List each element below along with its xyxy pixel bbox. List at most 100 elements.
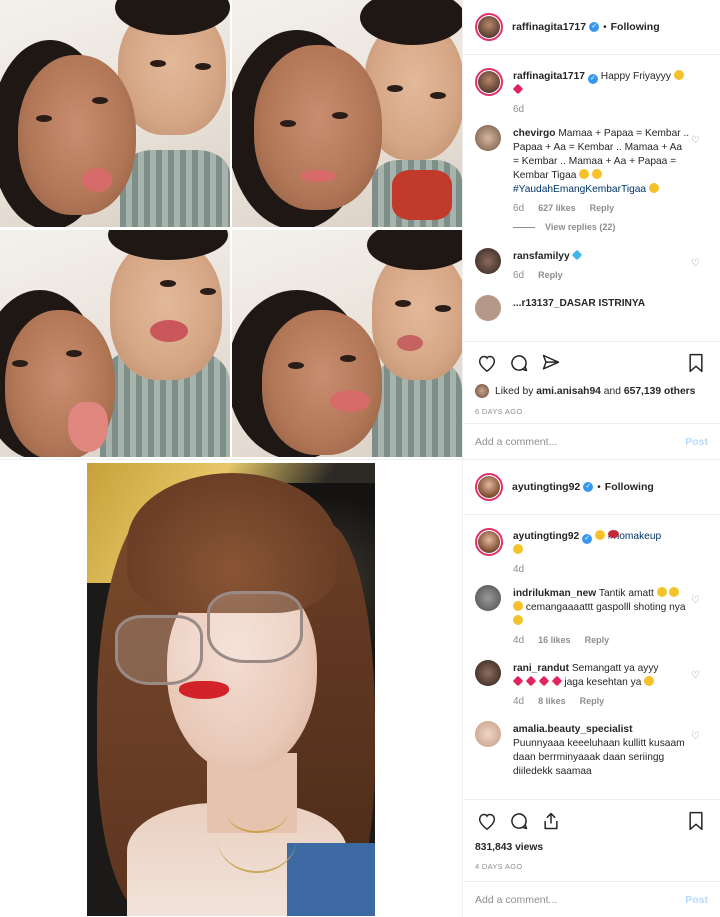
kiss-lips-emoji-icon [607,530,619,538]
post-media-collage[interactable] [0,0,462,459]
photo-tile-2 [232,0,462,227]
post-2: ayutingting92 ✓ • Following ayutingting9… [0,459,720,917]
comment-username[interactable]: amalia.beauty_specialist [513,724,632,735]
caption: raffinagita1717 ✓ Happy Friyayyy 6d [475,68,708,115]
view-replies-button[interactable]: View replies (22) [513,222,690,232]
avatar[interactable] [475,660,501,686]
comment-text: Tantik amatt [598,588,654,599]
following-button[interactable]: Following [611,21,660,33]
post-media-video[interactable] [0,460,462,917]
verified-badge-icon: ✓ [583,482,594,492]
comment-icon[interactable] [507,809,531,833]
comment-time: 4d [513,696,525,707]
heart-icon[interactable] [475,809,499,833]
share-icon[interactable] [539,809,563,833]
post-2-sidebar: ayutingting92 ✓ • Following ayutingting9… [462,460,720,917]
comment-text-2: jaga kesehtan ya [564,677,642,688]
comment-item: indrilukman_new Tantik amatt cemangaaaat… [475,585,708,646]
photo-tile-4 [232,230,462,457]
kiss-emoji-icon [513,601,523,611]
post-comment-button[interactable]: Post [685,436,708,448]
verified-badge-icon: ✓ [587,74,598,84]
comment-input[interactable]: Add a comment... [475,436,685,448]
post-comment-button[interactable]: Post [685,894,708,906]
grinning-emoji-icon [579,169,590,179]
comment-likes[interactable]: 8 likes [538,696,566,707]
comment-text: Puunnyaaa keeeluhaan kullitt kusaam daan… [513,738,685,777]
heart-icon[interactable] [475,351,499,375]
like-comment-heart-icon[interactable]: ♡ [691,135,700,146]
like-comment-heart-icon[interactable]: ♡ [691,731,700,742]
comment-likes[interactable]: 627 likes [538,203,576,214]
bookmark-icon[interactable] [684,809,708,833]
likes-summary: Liked by ami.anisah94 and 657,139 others [475,384,708,398]
caption-username[interactable]: ayutingting92 [513,531,579,542]
avatar[interactable] [475,248,501,274]
red-heart-emoji-icon [525,675,537,687]
avatar[interactable] [475,528,503,556]
comment-time: 6d [513,270,525,281]
kiss-emoji-icon [644,676,655,686]
kiss-emoji-icon [656,587,667,597]
caption-time: 6d [513,104,525,115]
views-count[interactable]: 831,843 views [475,842,708,853]
username-link[interactable]: raffinagita1717 [512,21,586,33]
comment-username[interactable]: ...r13137_DASAR ISTRINYA [513,298,645,309]
comment-username[interactable]: indrilukman_new [513,588,596,599]
comment-item: chevirgo Mamaa + Papaa = Kembar .. Papaa… [475,125,708,232]
red-heart-emoji-icon [551,675,562,687]
separator-dot: • [603,21,607,33]
post-actions: Liked by ami.anisah94 and 657,139 others… [463,341,720,416]
video-frame[interactable] [87,463,375,916]
post-header: raffinagita1717 ✓ • Following [463,0,720,55]
post-actions: 831,843 views 4 DAYS AGO [463,799,720,871]
comment-likes[interactable]: 16 likes [538,635,571,646]
comments-list[interactable]: ayutingting92 ✓ #nomakeup 4d indrilukman_… [463,516,720,799]
like-comment-heart-icon[interactable]: ♡ [691,595,700,606]
post-header: ayutingting92 ✓ • Following [463,460,720,515]
reply-button[interactable]: Reply [585,635,610,646]
comment-input[interactable]: Add a comment... [475,894,685,906]
avatar[interactable] [475,585,501,611]
red-heart-emoji-icon [512,675,524,687]
caption-username[interactable]: raffinagita1717 [513,71,585,82]
avatar[interactable] [475,13,503,41]
add-comment-bar: Add a comment... Post [463,881,720,917]
separator-dot: • [597,481,601,493]
hashtag-link[interactable]: #YaudahEmangKembarTigaa [513,184,646,195]
liker-avatar [475,384,489,398]
reply-button[interactable]: Reply [580,696,605,707]
avatar[interactable] [475,295,501,321]
comment-text: Semangatt ya ayyy [571,663,659,674]
avatar[interactable] [475,473,503,501]
verified-badge-icon: ✓ [589,22,600,32]
liker-username[interactable]: ami.anisah94 [536,386,601,397]
avatar[interactable] [475,721,501,747]
like-comment-heart-icon[interactable]: ♡ [691,670,700,681]
caption: ayutingting92 ✓ #nomakeup 4d [475,528,708,575]
comment-icon[interactable] [507,351,531,375]
comment-username[interactable]: chevirgo [513,128,555,139]
avatar[interactable] [475,68,503,96]
add-comment-bar: Add a comment... Post [463,423,720,459]
bookmark-icon[interactable] [684,351,708,375]
comment-username[interactable]: rani_randut [513,663,569,674]
comment-item: amalia.beauty_specialist Puunnyaaa keeel… [475,721,708,779]
username-link[interactable]: ayutingting92 [512,481,580,493]
tongue-emoji-icon [648,183,659,193]
following-button[interactable]: Following [605,481,654,493]
reply-button[interactable]: Reply [538,270,563,281]
likes-count[interactable]: 657,139 others [624,386,696,397]
caption-text: Happy Friyayyy [600,71,671,82]
reply-button[interactable]: Reply [590,203,615,214]
avatar[interactable] [475,125,501,151]
caption-time: 4d [513,564,525,575]
red-heart-emoji-icon [512,83,524,95]
like-comment-heart-icon[interactable]: ♡ [691,258,700,269]
share-icon[interactable] [539,351,563,375]
blue-heart-emoji-icon [572,249,583,261]
comment-username[interactable]: ransfamilyy [513,251,570,262]
comments-list[interactable]: raffinagita1717 ✓ Happy Friyayyy 6d chevi… [463,56,720,341]
photo-tile-1 [0,0,230,227]
star-eyes-emoji-icon [673,70,684,80]
